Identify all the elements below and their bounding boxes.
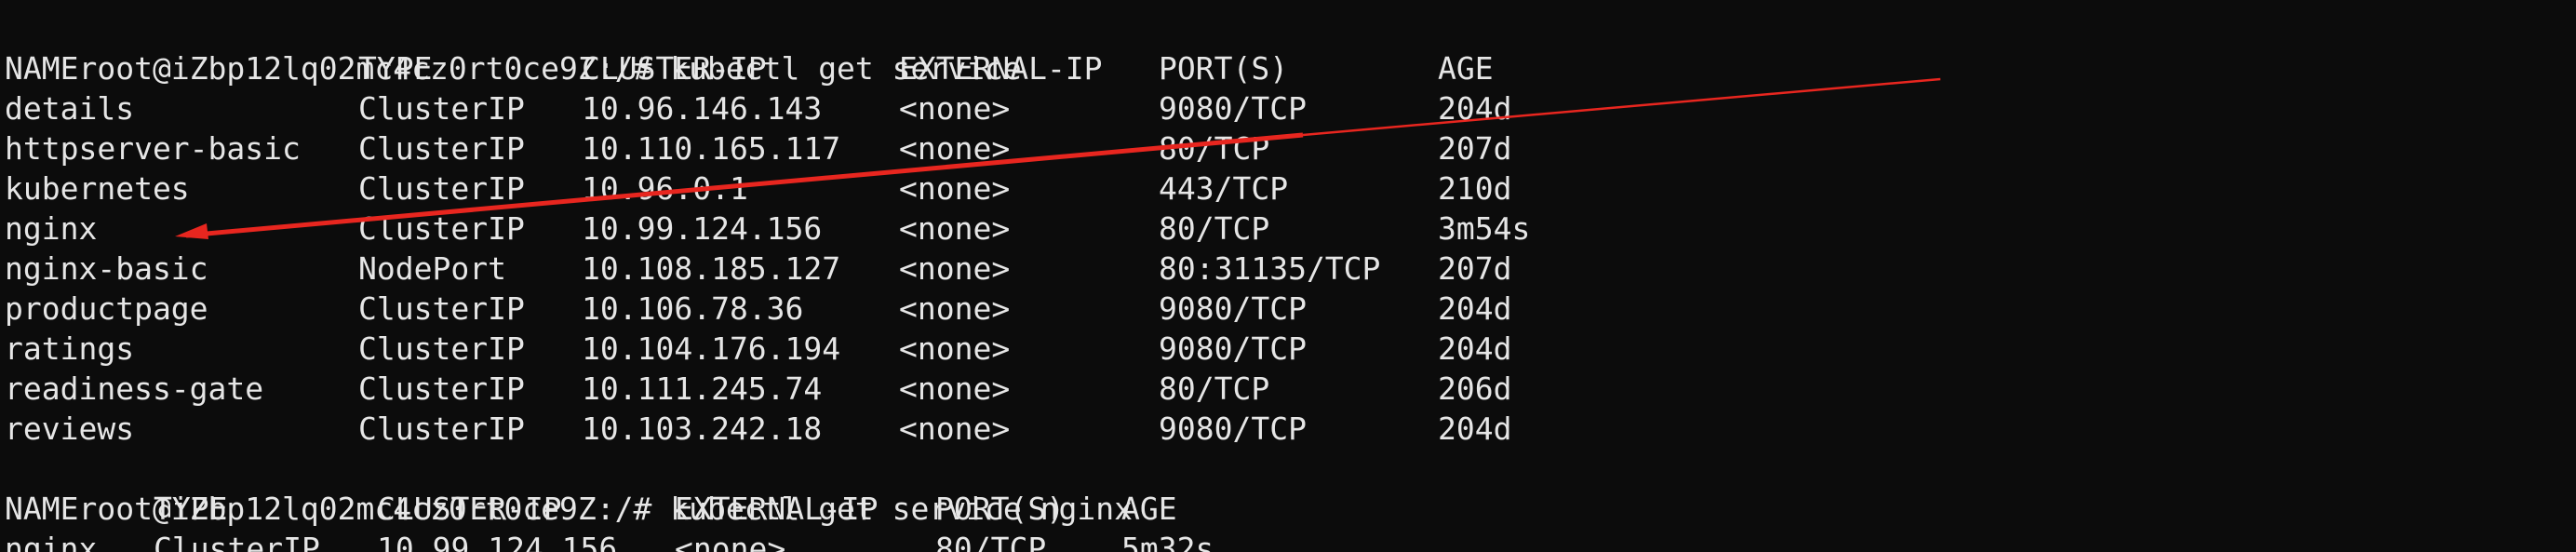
cell-age: 206d — [1438, 370, 1512, 407]
cell-age: 210d — [1438, 170, 1512, 207]
cell-name: nginx — [5, 531, 98, 552]
header-ports: PORT(S) — [935, 491, 1066, 527]
cell-external-ip: <none> — [899, 130, 1011, 167]
header-ports: PORT(S) — [1159, 50, 1289, 87]
cell-name: httpserver-basic — [5, 130, 301, 167]
cell-ports: 9080/TCP — [1159, 290, 1307, 327]
cell-ports: 80/TCP — [1159, 130, 1270, 167]
cell-age: 204d — [1438, 290, 1512, 327]
cell-external-ip: <none> — [899, 290, 1011, 327]
cell-type: ClusterIP — [358, 330, 525, 367]
cell-name: ratings — [5, 330, 135, 367]
table-row: nginx ClusterIP 10.99.124.156 <none> 80/… — [5, 529, 1214, 552]
table-header: NAME TYPE CLUSTER-IP EXTERNAL-IP PORT(S)… — [5, 489, 1177, 529]
cell-type: ClusterIP — [154, 531, 320, 552]
cell-type: ClusterIP — [358, 170, 525, 207]
cell-age: 204d — [1438, 90, 1512, 127]
cell-type: ClusterIP — [358, 290, 525, 327]
header-name: NAME — [5, 50, 79, 87]
cell-ports: 9080/TCP — [1159, 330, 1307, 367]
header-external-ip: EXTERNAL-IP — [899, 50, 1103, 87]
cell-cluster-ip: 10.108.185.127 — [582, 250, 841, 287]
terminal-window[interactable]: root@iZbp12lq02mc4cz0rt0ce9Z:/# kubectl … — [0, 0, 2576, 552]
cell-type: ClusterIP — [358, 90, 525, 127]
cell-age: 207d — [1438, 250, 1512, 287]
cell-cluster-ip: 10.110.165.117 — [582, 130, 841, 167]
cell-external-ip: <none> — [675, 531, 786, 552]
cell-cluster-ip: 10.99.124.156 — [582, 210, 823, 247]
cell-name: readiness-gate — [5, 370, 264, 407]
cell-ports: 9080/TCP — [1159, 411, 1307, 447]
command-prompt-1: root@iZbp12lq02mc4cz0rt0ce9Z:/# kubectl … — [78, 50, 1022, 87]
cell-name: details — [5, 90, 135, 127]
cell-external-ip: <none> — [899, 250, 1011, 287]
cell-age: 204d — [1438, 411, 1512, 447]
cell-cluster-ip: 10.96.0.1 — [582, 170, 748, 207]
cell-cluster-ip: 10.111.245.74 — [582, 370, 823, 407]
cell-type: ClusterIP — [358, 210, 525, 247]
terminal-prompt-line: root@iZbp12lq02mc4cz0rt0ce9Z:/# kubectl … — [5, 449, 1132, 527]
cell-cluster-ip: 10.106.78.36 — [582, 290, 804, 327]
cell-type: ClusterIP — [358, 370, 525, 407]
cell-name: kubernetes — [5, 170, 190, 207]
cell-ports: 80/TCP — [935, 531, 1047, 552]
cell-ports: 80/TCP — [1159, 210, 1270, 247]
cell-external-ip: <none> — [899, 370, 1011, 407]
cell-ports: 443/TCP — [1159, 170, 1289, 207]
cell-ports: 9080/TCP — [1159, 90, 1307, 127]
header-external-ip: EXTERNAL-IP — [675, 491, 879, 527]
cell-external-ip: <none> — [899, 90, 1011, 127]
cell-cluster-ip: 10.104.176.194 — [582, 330, 841, 367]
cell-ports: 80/TCP — [1159, 370, 1270, 407]
annotation-arrow-head — [175, 223, 208, 239]
cell-type: ClusterIP — [358, 130, 525, 167]
cell-age: 207d — [1438, 130, 1512, 167]
header-age: AGE — [1121, 491, 1177, 527]
annotation-arrow-tail — [1302, 77, 1941, 137]
cell-name: reviews — [5, 411, 135, 447]
header-age: AGE — [1438, 50, 1494, 87]
header-type: TYPE — [358, 50, 433, 87]
cell-type: NodePort — [358, 250, 506, 287]
header-type: TYPE — [154, 491, 228, 527]
cell-external-ip: <none> — [899, 330, 1011, 367]
header-cluster-ip: CLUSTER-IP — [377, 491, 562, 527]
header-name: NAME — [5, 491, 79, 527]
cell-external-ip: <none> — [899, 170, 1011, 207]
cell-cluster-ip: 10.103.242.18 — [582, 411, 823, 447]
cell-cluster-ip: 10.99.124.156 — [377, 531, 618, 552]
cell-external-ip: <none> — [899, 411, 1011, 447]
cell-name: nginx — [5, 210, 98, 247]
table-header: NAME TYPE CLUSTER-IP EXTERNAL-IP PORT(S)… — [5, 48, 1494, 88]
cell-name: nginx-basic — [5, 250, 208, 287]
terminal-prompt-line: root@iZbp12lq02mc4cz0rt0ce9Z:/# kubectl … — [5, 8, 1021, 87]
cell-age: 3m54s — [1438, 210, 1531, 247]
cell-type: ClusterIP — [358, 411, 525, 447]
cell-age: 204d — [1438, 330, 1512, 367]
cell-name: productpage — [5, 290, 208, 327]
cell-age: 5m32s — [1121, 531, 1214, 552]
cell-cluster-ip: 10.96.146.143 — [582, 90, 823, 127]
cell-external-ip: <none> — [899, 210, 1011, 247]
header-cluster-ip: CLUSTER-IP — [582, 50, 767, 87]
cell-ports: 80:31135/TCP — [1159, 250, 1381, 287]
